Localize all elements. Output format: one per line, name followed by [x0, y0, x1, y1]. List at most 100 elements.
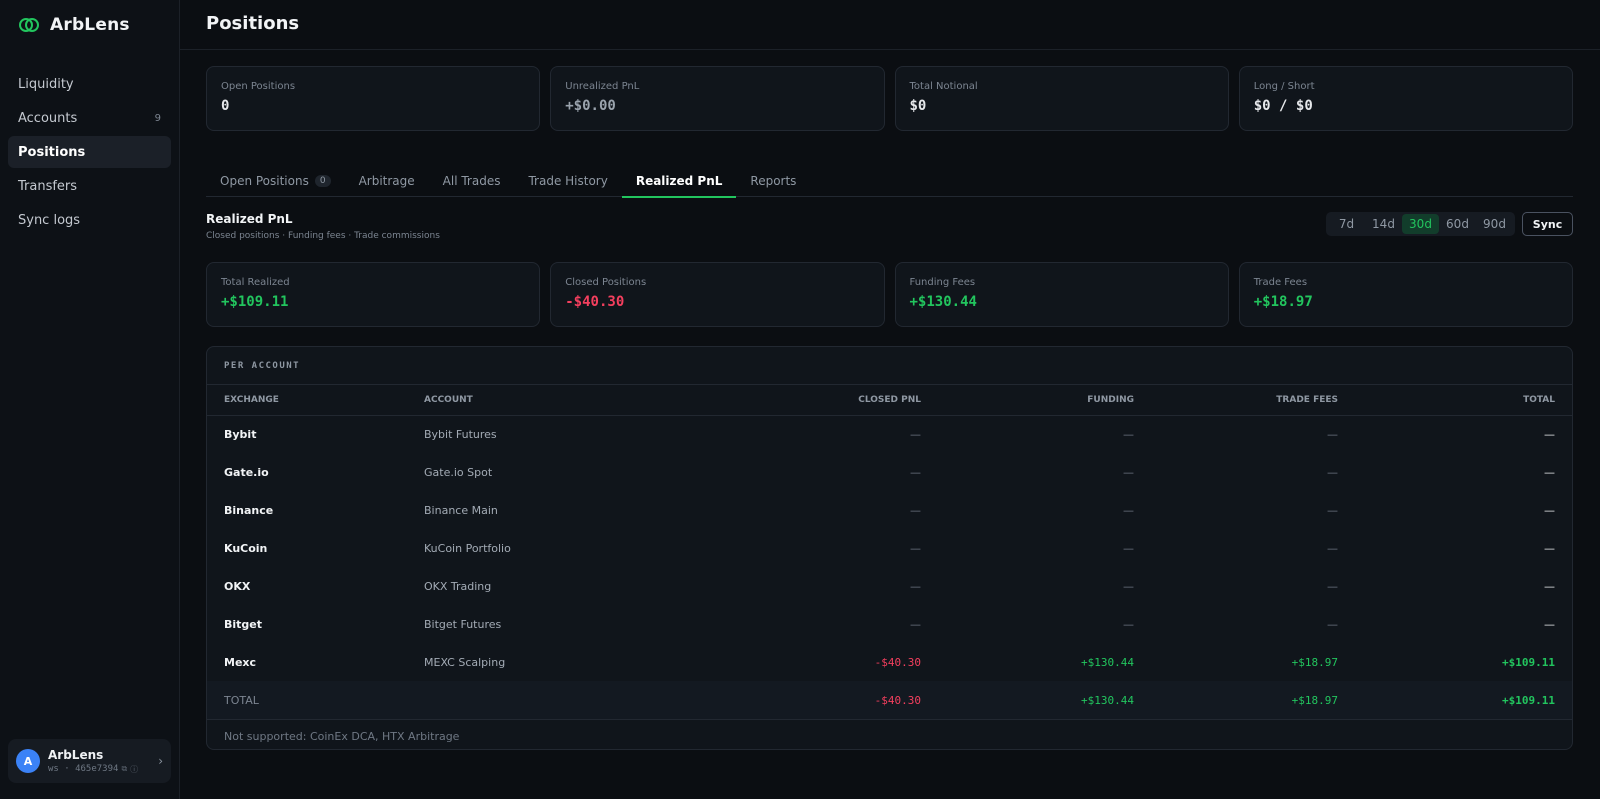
cell-exchange: Binance: [224, 503, 274, 517]
accounts-count-badge: 9: [154, 112, 161, 124]
sidebar-item-label: Liquidity: [18, 76, 74, 92]
cell-trade-fees: —: [1327, 579, 1338, 593]
realized-card: Funding Fees +$130.44: [894, 262, 1229, 327]
panel-title: PER ACCOUNT: [207, 347, 1572, 385]
summary-card: Total Notional $0: [894, 66, 1229, 131]
range-button-90d[interactable]: 90d: [1476, 214, 1513, 234]
cell-total: —: [1544, 465, 1555, 479]
stat-label: Unrealized PnL: [565, 81, 640, 92]
user-workspace: ws · 465e7394 ⧉ ⓘ: [48, 764, 150, 775]
stat-value: -$40.30: [565, 294, 625, 310]
cell-funding: —: [1123, 465, 1134, 479]
range-button-14d[interactable]: 14d: [1365, 214, 1402, 234]
stat-label: Long / Short: [1253, 81, 1315, 92]
cell-funding: +$130.44: [938, 681, 1151, 719]
info-icon[interactable]: ⓘ: [130, 764, 138, 775]
main-content: Open Positions 0 Unrealized PnL +$0.00 T…: [206, 66, 1573, 750]
table-row[interactable]: Gate.io Gate.io Spot — — — —: [207, 453, 1572, 491]
cell-total: +$109.11: [1355, 681, 1572, 719]
cell-funding: —: [1123, 579, 1134, 593]
sidebar-item-label: Transfers: [18, 178, 78, 194]
stat-value: $0: [909, 98, 927, 114]
stat-value: $0 / $0: [1253, 98, 1313, 114]
stat-value: +$130.44: [909, 294, 977, 310]
stat-value: +$0.00: [565, 98, 616, 114]
stat-label: Trade Fees: [1253, 277, 1308, 288]
column-header-trade-fees: TRADE FEES: [1151, 385, 1355, 416]
sidebar-item-liquidity[interactable]: Liquidity: [8, 68, 171, 100]
sidebar-item-accounts[interactable]: Accounts 9: [8, 102, 171, 134]
column-header-total: TOTAL: [1355, 385, 1572, 416]
sidebar-item-transfers[interactable]: Transfers: [8, 170, 171, 202]
cell-trade-fees: —: [1327, 503, 1338, 517]
tab-label: Arbitrage: [358, 173, 415, 188]
user-name: ArbLens: [48, 747, 104, 762]
tab-realized-pnl[interactable]: Realized PnL: [621, 164, 737, 198]
sync-button[interactable]: Sync: [1522, 212, 1573, 236]
cell-funding: —: [1123, 541, 1134, 555]
cell-account: KuCoin Portfolio: [424, 541, 511, 555]
table-row[interactable]: Binance Binance Main — — — —: [207, 491, 1572, 529]
table-header-row: EXCHANGE ACCOUNT CLOSED PNL FUNDING TRAD…: [207, 385, 1572, 416]
table-row[interactable]: OKX OKX Trading — — — —: [207, 567, 1572, 605]
avatar: A: [16, 749, 40, 773]
sidebar-item-label: Accounts: [18, 110, 78, 126]
copy-icon[interactable]: ⧉: [121, 764, 127, 774]
cell-exchange: OKX: [224, 579, 251, 593]
cell-exchange: Bybit: [224, 427, 257, 441]
summary-card: Long / Short $0 / $0: [1238, 66, 1573, 131]
tab-bar: Open Positions 0 Arbitrage All Trades Tr…: [206, 164, 1573, 198]
column-header-account: ACCOUNT: [407, 385, 607, 416]
stat-label: Funding Fees: [909, 277, 976, 288]
cell-exchange: KuCoin: [224, 541, 268, 555]
table-row[interactable]: Bybit Bybit Futures — — — —: [207, 415, 1572, 453]
cell-closed-pnl: -$40.30: [607, 681, 938, 719]
page-header: Positions: [180, 0, 1600, 50]
stat-label: Total Notional: [909, 81, 978, 92]
summary-card: Unrealized PnL +$0.00: [550, 66, 885, 131]
range-button-60d[interactable]: 60d: [1439, 214, 1476, 234]
brand-name: ArbLens: [50, 15, 130, 35]
page-title: Positions: [206, 13, 300, 34]
tab-reports[interactable]: Reports: [736, 164, 810, 197]
cell-funding: +$130.44: [1081, 655, 1134, 669]
column-header-closed-pnl: CLOSED PNL: [607, 385, 938, 416]
table-row[interactable]: Mexc MEXC Scalping -$40.30 +$130.44 +$18…: [207, 643, 1572, 681]
range-button-30d[interactable]: 30d: [1402, 214, 1439, 234]
logo-icon: [18, 14, 40, 36]
summary-card: Open Positions 0: [206, 66, 541, 131]
cell-account: Binance Main: [424, 503, 498, 517]
brand[interactable]: ArbLens: [18, 13, 130, 37]
cell-funding: —: [1123, 503, 1134, 517]
chevron-right-icon: ›: [158, 754, 163, 768]
user-card[interactable]: A ArbLens ws · 465e7394 ⧉ ⓘ ›: [8, 739, 171, 783]
user-info: ArbLens ws · 465e7394 ⧉ ⓘ: [48, 748, 150, 775]
tab-arbitrage[interactable]: Arbitrage: [345, 164, 429, 197]
tab-label: Realized PnL: [635, 173, 723, 188]
sidebar: ArbLens Liquidity Accounts 9 Positions T…: [0, 0, 180, 799]
cell-exchange: Bitget: [224, 617, 263, 631]
sidebar-item-label: Sync logs: [18, 212, 81, 228]
cell-account: Bitget Futures: [424, 617, 502, 631]
stat-value: +$109.11: [221, 294, 289, 310]
cell-empty: [407, 681, 607, 719]
column-header-exchange: EXCHANGE: [207, 385, 407, 416]
cell-account: Bybit Futures: [424, 427, 497, 441]
cell-trade-fees: +$18.97: [1291, 655, 1338, 669]
cell-closed-pnl: —: [910, 427, 921, 441]
per-account-panel: PER ACCOUNT EXCHANGE ACCOUNT CLOSED PNL …: [206, 346, 1573, 750]
table-row[interactable]: KuCoin KuCoin Portfolio — — — —: [207, 529, 1572, 567]
sidebar-item-sync-logs[interactable]: Sync logs: [8, 204, 171, 236]
table-row[interactable]: Bitget Bitget Futures — — — —: [207, 605, 1572, 643]
cell-closed-pnl: —: [910, 503, 921, 517]
cell-closed-pnl: —: [910, 465, 921, 479]
sidebar-item-positions[interactable]: Positions: [8, 136, 171, 168]
tab-trade-history[interactable]: Trade History: [514, 164, 621, 197]
range-button-7d[interactable]: 7d: [1328, 214, 1365, 234]
tab-all-trades[interactable]: All Trades: [429, 164, 515, 197]
sidebar-nav: Liquidity Accounts 9 Positions Transfers…: [8, 68, 171, 238]
tab-open-positions[interactable]: Open Positions 0: [206, 164, 345, 197]
cell-exchange: Gate.io: [224, 465, 269, 479]
cell-total: —: [1544, 617, 1555, 631]
per-account-table: EXCHANGE ACCOUNT CLOSED PNL FUNDING TRAD…: [207, 385, 1572, 719]
